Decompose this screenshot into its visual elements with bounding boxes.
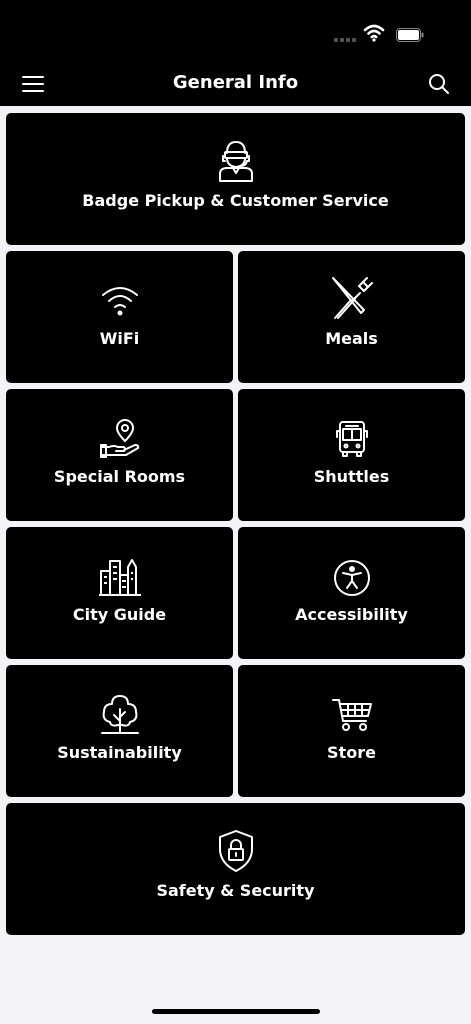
tile-sustainability[interactable]: Sustainability <box>6 665 233 797</box>
tree-icon <box>100 695 139 734</box>
tile-shuttles[interactable]: Shuttles <box>238 389 465 521</box>
tile-label: Meals <box>325 329 378 348</box>
tile-accessibility[interactable]: Accessibility <box>238 527 465 659</box>
shield-lock-icon <box>218 830 253 872</box>
status-bar <box>0 0 471 62</box>
signal-icon <box>334 38 356 42</box>
search-icon <box>429 74 449 94</box>
tile-wifi[interactable]: WiFi <box>6 251 233 383</box>
tile-safety-security[interactable]: Safety & Security <box>6 803 465 935</box>
tile-label: Safety & Security <box>156 881 315 900</box>
tile-badge-pickup[interactable]: Badge Pickup & Customer Service <box>6 113 465 245</box>
tile-special-rooms[interactable]: Special Rooms <box>6 389 233 521</box>
wifi-icon <box>363 24 385 42</box>
tile-label: Special Rooms <box>53 467 186 486</box>
page-title: General Info <box>172 72 299 93</box>
nav-bar: General Info <box>0 62 471 106</box>
tile-meals[interactable]: Meals <box>238 251 465 383</box>
search-button[interactable] <box>423 68 455 100</box>
tile-label: Store <box>327 743 376 762</box>
tile-label: Shuttles <box>313 467 390 486</box>
accessibility-icon <box>333 560 370 596</box>
wifi-icon <box>101 287 138 316</box>
tile-label: Badge Pickup & Customer Service <box>82 191 389 210</box>
tile-label: City Guide <box>72 605 167 624</box>
home-indicator[interactable] <box>152 1009 320 1014</box>
city-buildings-icon <box>98 559 141 596</box>
tile-city-guide[interactable]: City Guide <box>6 527 233 659</box>
location-hand-icon <box>99 419 139 458</box>
fork-knife-icon <box>331 277 373 319</box>
tile-label: Accessibility <box>295 605 408 624</box>
tile-label: WiFi <box>99 329 140 348</box>
bus-icon <box>335 421 368 457</box>
customer-service-agent-icon <box>218 141 253 182</box>
shopping-cart-icon <box>331 699 372 731</box>
battery-icon <box>396 28 424 42</box>
tile-store[interactable]: Store <box>238 665 465 797</box>
tile-label: Sustainability <box>57 743 182 762</box>
